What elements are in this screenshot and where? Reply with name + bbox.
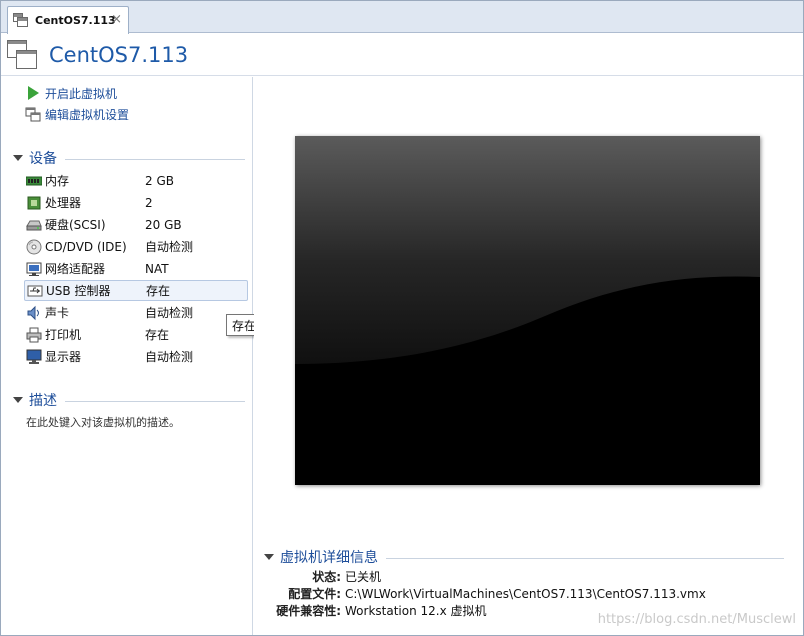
description-section-header[interactable]: 描述	[13, 391, 245, 409]
detail-value: Workstation 12.x 虚拟机	[345, 604, 487, 618]
page-title: CentOS7.113	[49, 42, 189, 67]
devices-section-header[interactable]: 设备	[13, 149, 245, 167]
hard-disk-icon	[26, 217, 42, 233]
device-value: 存在	[145, 328, 170, 342]
device-name: CD/DVD (IDE)	[45, 239, 127, 254]
detail-key: 配置文件:	[288, 587, 341, 601]
network-adapter-icon	[26, 261, 42, 277]
device-value: 存在	[146, 284, 171, 298]
device-value: 2	[145, 195, 153, 210]
settings-icon	[25, 106, 41, 122]
processor-icon	[26, 195, 42, 211]
device-row-hard-disk[interactable]: 硬盘(SCSI) 20 GB	[24, 214, 248, 235]
vm-header: CentOS7.113	[1, 34, 803, 76]
vm-screen-thumbnail[interactable]	[295, 136, 760, 485]
device-value: 自动检测	[145, 350, 194, 364]
section-divider	[65, 158, 245, 160]
device-row-printer[interactable]: 打印机 存在	[24, 324, 248, 345]
watermark: https://blog.csdn.net/Musclewl	[597, 612, 796, 627]
close-icon[interactable]: ×	[111, 13, 122, 26]
description-section-title: 描述	[29, 393, 57, 409]
device-row-sound[interactable]: 声卡 自动检测	[24, 302, 248, 323]
device-name: 网络适配器	[45, 262, 106, 276]
device-value: 2 GB	[145, 173, 174, 188]
tab-centos[interactable]: CentOS7.113 ×	[7, 6, 129, 34]
device-row-processor[interactable]: 处理器 2	[24, 192, 248, 213]
description-input[interactable]: 在此处键入对该虚拟机的描述。	[26, 414, 180, 430]
collapse-icon[interactable]	[13, 155, 23, 161]
tab-title: CentOS7.113	[35, 14, 116, 27]
vm-large-icon	[7, 39, 39, 71]
vm-icon	[13, 13, 30, 28]
devices-section-title: 设备	[29, 151, 57, 167]
power-on-link[interactable]: 开启此虚拟机	[25, 84, 117, 102]
detail-key: 状态:	[312, 570, 341, 584]
device-value: 自动检测	[145, 306, 194, 320]
device-name: 打印机	[45, 328, 82, 342]
tab-strip: CentOS7.113 ×	[1, 1, 803, 34]
device-value: 自动检测	[145, 240, 194, 254]
printer-icon	[26, 327, 42, 343]
device-row-memory[interactable]: 内存 2 GB	[24, 170, 248, 191]
play-icon	[25, 85, 41, 101]
device-value: 20 GB	[145, 217, 182, 232]
cd-dvd-icon	[26, 239, 42, 255]
section-divider	[65, 400, 245, 402]
edit-settings-link[interactable]: 编辑虚拟机设置	[25, 105, 129, 123]
collapse-icon[interactable]	[264, 554, 274, 560]
detail-value: C:\WLWork\VirtualMachines\CentOS7.113\Ce…	[345, 586, 706, 601]
device-row-usb[interactable]: USB 控制器 存在	[24, 280, 248, 301]
details-section-header[interactable]: 虚拟机详细信息	[264, 548, 784, 566]
device-row-display[interactable]: 显示器 自动检测	[24, 346, 248, 367]
edit-settings-label: 编辑虚拟机设置	[45, 107, 130, 122]
device-name: 显示器	[45, 350, 82, 364]
device-row-network[interactable]: 网络适配器 NAT	[24, 258, 248, 279]
device-name: 处理器	[45, 196, 82, 210]
detail-row-status: 状态: 已关机	[254, 568, 794, 585]
device-name: USB 控制器	[46, 284, 111, 298]
device-name: 硬盘(SCSI)	[45, 218, 106, 232]
detail-key: 硬件兼容性:	[276, 604, 341, 618]
detail-value: 已关机	[345, 570, 382, 584]
details-section-title: 虚拟机详细信息	[280, 550, 378, 566]
right-pane: 虚拟机详细信息 状态: 已关机 配置文件: C:\WLWork\VirtualM…	[254, 77, 803, 635]
device-name: 内存	[45, 174, 70, 188]
device-row-cd-dvd[interactable]: CD/DVD (IDE) 自动检测	[24, 236, 248, 257]
sound-card-icon	[26, 305, 42, 321]
left-pane: 开启此虚拟机 编辑虚拟机设置 设备 内存 2 GB 处理器 2 硬盘(SCSI)…	[1, 77, 253, 635]
display-icon	[26, 349, 42, 365]
power-on-label: 开启此虚拟机	[45, 86, 118, 101]
device-name: 声卡	[45, 306, 70, 320]
memory-icon	[25, 173, 43, 189]
usb-icon	[27, 283, 43, 299]
detail-row-config-file: 配置文件: C:\WLWork\VirtualMachines\CentOS7.…	[254, 585, 794, 602]
section-divider	[386, 557, 784, 559]
device-value: NAT	[145, 261, 169, 276]
collapse-icon[interactable]	[13, 397, 23, 403]
